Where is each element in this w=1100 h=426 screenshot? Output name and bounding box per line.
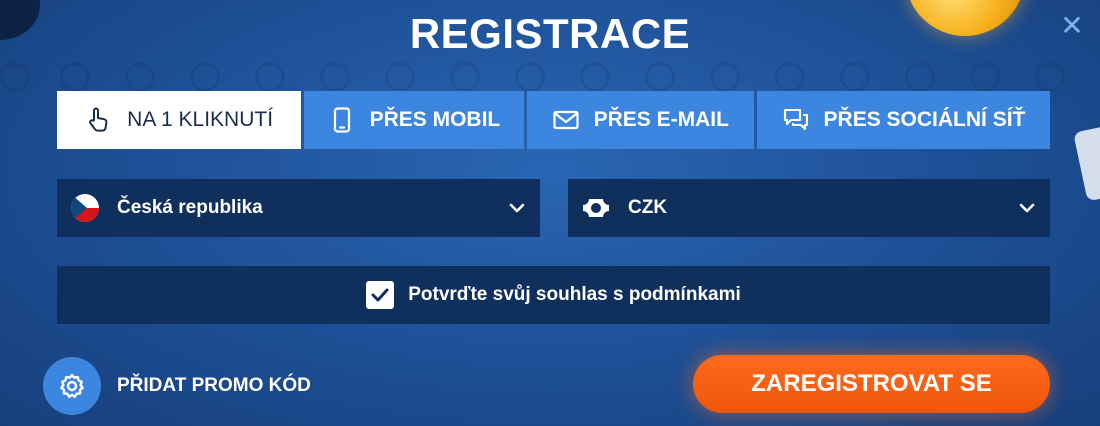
checkmark-icon	[371, 288, 389, 302]
register-button[interactable]: ZAREGISTROVAT SE	[693, 355, 1050, 413]
czech-flag-icon	[71, 194, 99, 222]
decorative-dice	[1073, 124, 1100, 202]
tab-mobile[interactable]: PŘES MOBIL	[304, 91, 524, 149]
currency-value: CZK	[628, 197, 668, 218]
tab-social[interactable]: PŘES SOCIÁLNÍ SÍŤ	[756, 91, 1050, 149]
terms-consent: Potvrďte svůj souhlas s podmínkami	[57, 266, 1050, 324]
chevron-down-icon	[509, 203, 525, 213]
country-value: Česká republika	[117, 197, 263, 218]
close-icon[interactable]: ✕	[1058, 12, 1086, 40]
envelope-icon	[552, 110, 579, 130]
tab-label: PŘES MOBIL	[369, 108, 501, 131]
page-title: REGISTRACE	[409, 10, 691, 57]
banknote-icon	[583, 199, 609, 217]
gear-icon	[60, 373, 84, 398]
promo-label: PŘIDAT PROMO KÓD	[117, 375, 311, 396]
tab-label: PŘES E-MAIL	[593, 108, 729, 131]
tab-email[interactable]: PŘES E-MAIL	[526, 91, 754, 149]
pointer-hand-icon	[89, 107, 108, 132]
mobile-phone-icon	[333, 107, 350, 133]
currency-select[interactable]: CZK	[568, 179, 1050, 237]
terms-label: Potvrďte svůj souhlas s podmínkami	[408, 284, 741, 305]
tab-label: PŘES SOCIÁLNÍ SÍŤ	[823, 108, 1026, 131]
tab-one-click[interactable]: NA 1 KLIKNUTÍ	[57, 91, 302, 149]
terms-checkbox[interactable]	[366, 281, 395, 309]
tab-label: NA 1 KLIKNUTÍ	[127, 108, 274, 131]
chat-bubbles-icon	[783, 108, 808, 131]
add-promo-code-button[interactable]: PŘIDAT PROMO KÓD	[43, 357, 311, 415]
chevron-down-icon	[1019, 203, 1035, 213]
promo-icon-circle	[43, 357, 101, 415]
registration-method-tabs: NA 1 KLIKNUTÍ PŘES MOBIL PŘES E-MAIL PŘE…	[57, 91, 1050, 149]
country-select[interactable]: Česká republika	[57, 179, 540, 237]
